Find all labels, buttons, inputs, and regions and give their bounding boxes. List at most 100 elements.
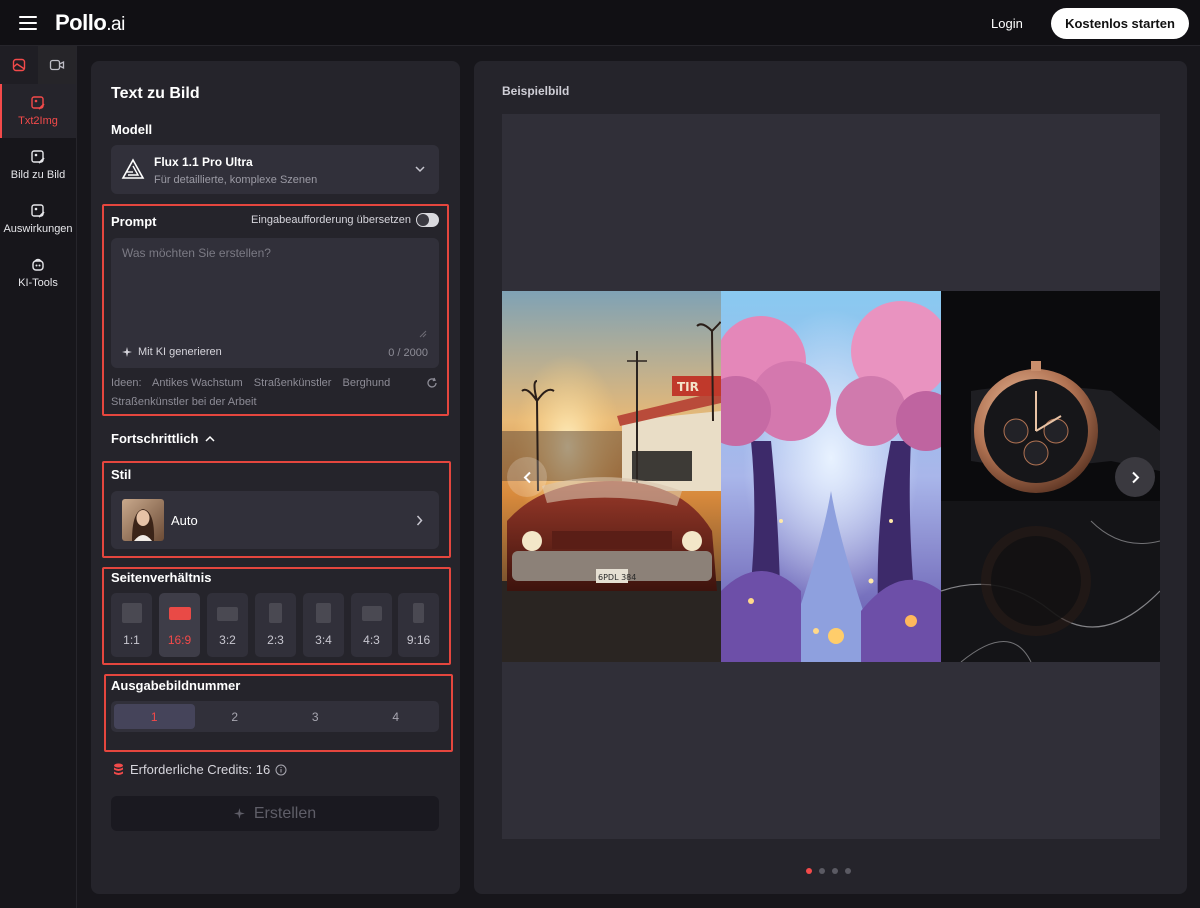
chevron-down-icon bbox=[415, 166, 425, 173]
aspect-shape bbox=[316, 603, 331, 623]
tab-image-mode[interactable] bbox=[0, 46, 38, 84]
carousel-dots bbox=[806, 868, 851, 874]
menu-icon[interactable] bbox=[19, 16, 37, 30]
aspect-label-text: 9:16 bbox=[406, 633, 431, 647]
output-option-3[interactable]: 3 bbox=[275, 704, 356, 729]
aspect-shape bbox=[217, 607, 238, 621]
chevron-right-icon bbox=[416, 515, 423, 526]
char-count: 0 / 2000 bbox=[388, 347, 428, 359]
sidebar-item-txt2img[interactable]: Txt2Img bbox=[0, 84, 76, 138]
sidebar-item-auswirkungen[interactable]: Auswirkungen bbox=[0, 192, 76, 246]
prompt-label: Prompt bbox=[111, 214, 157, 229]
model-select[interactable]: Flux 1.1 Pro Ultra Für detaillierte, kom… bbox=[111, 145, 439, 194]
output-label: Ausgabebildnummer bbox=[111, 678, 241, 693]
style-thumbnail bbox=[122, 499, 164, 541]
aspect-option-1-1[interactable]: 1:1 bbox=[111, 593, 152, 657]
image-mode-icon bbox=[12, 58, 26, 72]
aspect-shape bbox=[269, 603, 282, 623]
idea-chip[interactable]: Straßenkünstler bbox=[254, 377, 332, 389]
aspect-label-text: 16:9 bbox=[167, 633, 192, 647]
coins-icon bbox=[114, 763, 123, 775]
aspect-shape bbox=[413, 603, 424, 623]
advanced-toggle[interactable]: Fortschrittlich bbox=[111, 431, 215, 446]
aspect-option-3-4[interactable]: 3:4 bbox=[303, 593, 344, 657]
forest-image bbox=[721, 291, 941, 662]
output-option-4[interactable]: 4 bbox=[356, 704, 437, 729]
sparkle-icon bbox=[233, 808, 245, 819]
example-gallery: TIR 6PDL 384 bbox=[502, 114, 1160, 839]
aspect-label-text: 2:3 bbox=[267, 633, 284, 647]
carousel-dot[interactable] bbox=[819, 868, 825, 874]
example-image-forest bbox=[721, 291, 941, 662]
advanced-label: Fortschrittlich bbox=[111, 431, 199, 446]
ai-generate-button[interactable]: Mit KI generieren bbox=[122, 346, 222, 358]
model-description: Für detaillierte, komplexe Szenen bbox=[154, 174, 318, 186]
video-mode-icon bbox=[49, 59, 65, 71]
carousel-next-button[interactable] bbox=[1115, 457, 1155, 497]
idea-chip[interactable]: Berghund bbox=[343, 377, 391, 389]
generation-panel: Text zu Bild Modell Flux 1.1 Pro Ultra F… bbox=[91, 61, 460, 894]
aspect-shape bbox=[361, 606, 382, 621]
sidebar-item-label: Txt2Img bbox=[18, 115, 58, 127]
aspect-shape bbox=[121, 603, 142, 623]
create-button[interactable]: Erstellen bbox=[111, 796, 439, 831]
aspect-label-text: 1:1 bbox=[123, 633, 140, 647]
flux-logo-icon bbox=[121, 158, 145, 179]
aspect-label-text: 3:4 bbox=[315, 633, 332, 647]
login-link[interactable]: Login bbox=[991, 16, 1023, 31]
aspect-option-4-3[interactable]: 4:3 bbox=[351, 593, 392, 657]
ideas-row: Ideen: Antikes Wachstum Straßenkünstler … bbox=[111, 377, 398, 389]
idea-chip[interactable]: Straßenkünstler bei der Arbeit bbox=[111, 396, 257, 408]
info-icon[interactable] bbox=[275, 764, 287, 776]
carousel-dot[interactable] bbox=[832, 868, 838, 874]
sidebar-item-label: Bild zu Bild bbox=[10, 169, 66, 181]
sidebar: Txt2Img Bild zu Bild Auswirkungen KI-Too… bbox=[0, 46, 77, 908]
chevron-left-icon bbox=[523, 471, 531, 483]
output-option-1[interactable]: 1 bbox=[114, 704, 195, 729]
chevron-up-icon bbox=[205, 435, 215, 442]
logo[interactable]: Pollo.ai bbox=[55, 10, 125, 36]
tab-video-mode[interactable] bbox=[38, 46, 76, 84]
aspect-option-9-16[interactable]: 9:16 bbox=[398, 593, 439, 657]
credits-label: Erforderliche Credits: 16 bbox=[130, 762, 271, 777]
chevron-right-icon bbox=[1131, 471, 1139, 483]
sidebar-item-ki-tools[interactable]: KI-Tools bbox=[0, 246, 76, 300]
sidebar-item-label: KI-Tools bbox=[18, 277, 58, 289]
aspect-option-16-9[interactable]: 16:9 bbox=[159, 593, 200, 657]
translate-toggle[interactable] bbox=[416, 213, 439, 227]
style-label: Stil bbox=[111, 467, 132, 482]
credits-info: Erforderliche Credits: 16 bbox=[113, 762, 287, 777]
effects-icon bbox=[31, 204, 45, 218]
model-name: Flux 1.1 Pro Ultra bbox=[154, 155, 253, 169]
aspect-option-3-2[interactable]: 3:2 bbox=[207, 593, 248, 657]
carousel-prev-button[interactable] bbox=[507, 457, 547, 497]
style-select[interactable]: Auto bbox=[111, 491, 439, 549]
start-free-button[interactable]: Kostenlos starten bbox=[1051, 8, 1189, 39]
prompt-input[interactable] bbox=[111, 238, 439, 338]
carousel-dot[interactable] bbox=[845, 868, 851, 874]
svg-text:6PDL 384: 6PDL 384 bbox=[598, 573, 636, 582]
sidebar-item-bild-zu-bild[interactable]: Bild zu Bild bbox=[0, 138, 76, 192]
refresh-icon[interactable] bbox=[426, 377, 438, 389]
ideas-label: Ideen: bbox=[111, 377, 142, 389]
model-label: Modell bbox=[111, 122, 153, 137]
prompt-container: Mit KI generieren 0 / 2000 bbox=[111, 238, 439, 368]
page-title: Text zu Bild bbox=[111, 85, 200, 102]
sidebar-item-label: Auswirkungen bbox=[3, 223, 73, 235]
style-value: Auto bbox=[171, 513, 198, 528]
sparkle-icon bbox=[122, 347, 132, 357]
aspect-label-text: 3:2 bbox=[219, 633, 236, 647]
ai-generate-label: Mit KI generieren bbox=[138, 346, 222, 358]
image-pen-icon bbox=[31, 96, 45, 110]
aspect-label: Seitenverhältnis bbox=[111, 570, 212, 585]
idea-chip[interactable]: Antikes Wachstum bbox=[152, 377, 243, 389]
output-count-selector: 1 2 3 4 bbox=[111, 701, 439, 732]
carousel-dot[interactable] bbox=[806, 868, 812, 874]
resize-handle-icon[interactable] bbox=[419, 330, 427, 338]
aspect-label-text: 4:3 bbox=[363, 633, 380, 647]
image-transform-icon bbox=[31, 150, 45, 164]
ai-tools-icon bbox=[32, 258, 44, 271]
preview-panel: Beispielbild TIR 6PDL 384 bbox=[474, 61, 1187, 894]
aspect-option-2-3[interactable]: 2:3 bbox=[255, 593, 296, 657]
output-option-2[interactable]: 2 bbox=[195, 704, 276, 729]
